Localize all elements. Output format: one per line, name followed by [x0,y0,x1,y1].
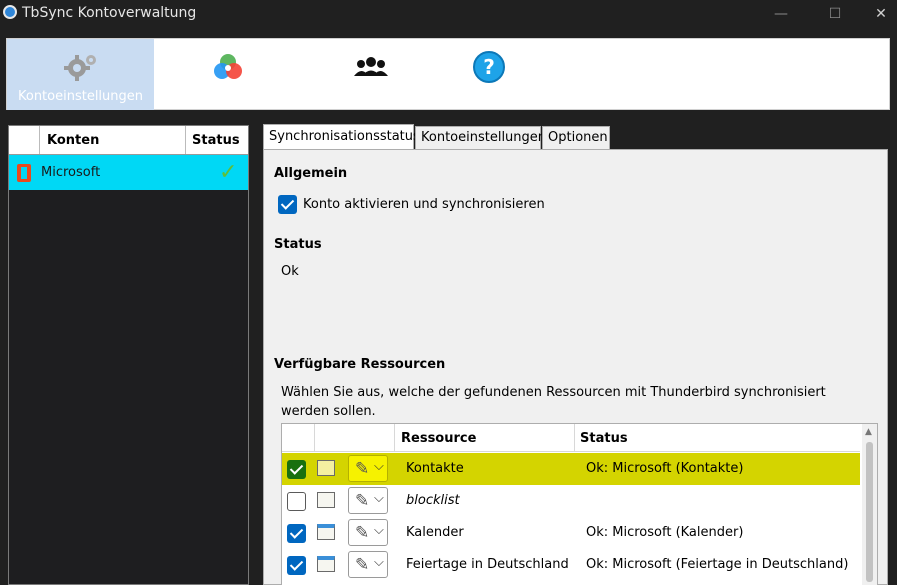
status-value: Ok [281,264,299,279]
close-button[interactable]: ✕ [858,2,897,26]
color-circles-icon [210,51,246,83]
column-separator [574,424,575,452]
account-row-microsoft[interactable]: Microsoft ✓ [9,155,248,190]
accounts-header-icon-column [9,126,40,154]
resource-checkbox[interactable] [287,460,306,479]
scroll-up-arrow-icon[interactable]: ▲ [865,427,872,437]
chevron-down-icon: ⌵ [374,459,384,474]
status-heading: Status [274,237,322,252]
chevron-down-icon: ⌵ [374,555,384,570]
resource-row-blocklist[interactable]: ✎ ⌵ blocklist [282,485,860,517]
column-separator [314,424,315,452]
toolbar: Kontoeinstellungen ? [6,38,890,110]
pencil-icon: ✎ [355,523,370,543]
resource-name: blocklist [406,493,460,508]
tab-sync-status[interactable]: Synchronisationsstatus [263,124,420,150]
office-icon [17,164,31,182]
accounts-header: Konten Status [9,126,248,155]
column-separator [394,424,395,452]
resources-scrollbar[interactable]: ▲ [862,424,877,585]
resource-mode-button[interactable]: ✎ ⌵ [348,519,388,546]
calendar-icon [317,556,335,572]
accounts-header-status[interactable]: Status [192,133,240,148]
calendar-icon [317,524,335,540]
resources-description: Wählen Sie aus, welche der gefundenen Re… [281,385,826,419]
resource-checkbox[interactable] [287,524,306,543]
pencil-icon: ✎ [355,491,370,511]
help-icon: ? [471,51,507,83]
addressbook-icon [317,492,335,508]
chevron-down-icon: ⌵ [374,491,384,506]
resources-heading: Verfügbare Ressourcen [274,357,446,372]
resource-checkbox[interactable] [287,492,306,511]
chevron-down-icon: ⌵ [374,523,384,538]
resource-row-kalender[interactable]: ✎ ⌵ Kalender Ok: Microsoft (Kalender) [282,517,860,549]
resource-mode-button[interactable]: ✎ ⌵ [348,487,388,514]
gears-icon [63,51,99,83]
resource-row-feiertage[interactable]: ✎ ⌵ Feiertage in Deutschland Ok: Microso… [282,549,860,581]
pencil-icon: ✎ [355,555,370,575]
toolbar-help-button[interactable]: ? [415,39,562,110]
users-icon [353,51,389,83]
resource-mode-button[interactable]: ✎ ⌵ [348,455,388,482]
resource-checkbox[interactable] [287,556,306,575]
general-heading: Allgemein [274,166,348,181]
status-check-icon: ✓ [219,160,238,185]
svg-text:?: ? [483,55,495,79]
scrollbar-thumb[interactable] [866,442,873,582]
activate-account-label[interactable]: Konto aktivieren und synchronisieren [303,197,545,212]
column-separator [185,126,186,154]
addressbook-icon [317,460,335,476]
resource-mode-button[interactable]: ✎ ⌵ [348,551,388,578]
toolbar-account-settings-button[interactable]: Kontoeinstellungen [7,39,154,110]
header-resource[interactable]: Ressource [401,431,476,446]
tab-account-settings[interactable]: Kontoeinstellungen [415,126,546,150]
pencil-icon: ✎ [355,459,370,479]
resource-status: Ok: Microsoft (Kalender) [586,525,744,540]
header-status[interactable]: Status [580,431,628,446]
resource-name: Kontakte [406,461,464,476]
resource-status: Ok: Microsoft (Feiertage in Deutschland) [586,557,849,572]
accounts-list[interactable]: Konten Status Microsoft ✓ [8,125,249,585]
title-bar: TbSync Kontoverwaltung — ☐ ✕ [0,0,897,28]
minimize-button[interactable]: — [758,2,804,26]
resources-table[interactable]: Ressource Status ✎ ⌵ Kontakte Ok: Micros… [281,423,878,585]
maximize-button[interactable]: ☐ [812,2,858,26]
accounts-header-konten[interactable]: Konten [47,133,99,148]
resource-status: Ok: Microsoft (Kontakte) [586,461,744,476]
activate-account-checkbox[interactable] [278,195,297,214]
resource-name: Kalender [406,525,464,540]
window-title: TbSync Kontoverwaltung [22,5,197,21]
toolbar-account-settings-label: Kontoeinstellungen [17,89,144,104]
resource-row-kontakte[interactable]: ✎ ⌵ Kontakte Ok: Microsoft (Kontakte) [282,453,860,485]
tab-options[interactable]: Optionen [542,126,610,150]
resource-name: Feiertage in Deutschland [406,557,569,572]
sync-status-panel: Allgemein Konto aktivieren und synchroni… [263,149,888,585]
toolbar-providers-button[interactable] [154,39,301,110]
account-name: Microsoft [41,165,101,180]
resources-table-header: Ressource Status [282,424,860,452]
tbsync-app-icon [3,5,17,19]
